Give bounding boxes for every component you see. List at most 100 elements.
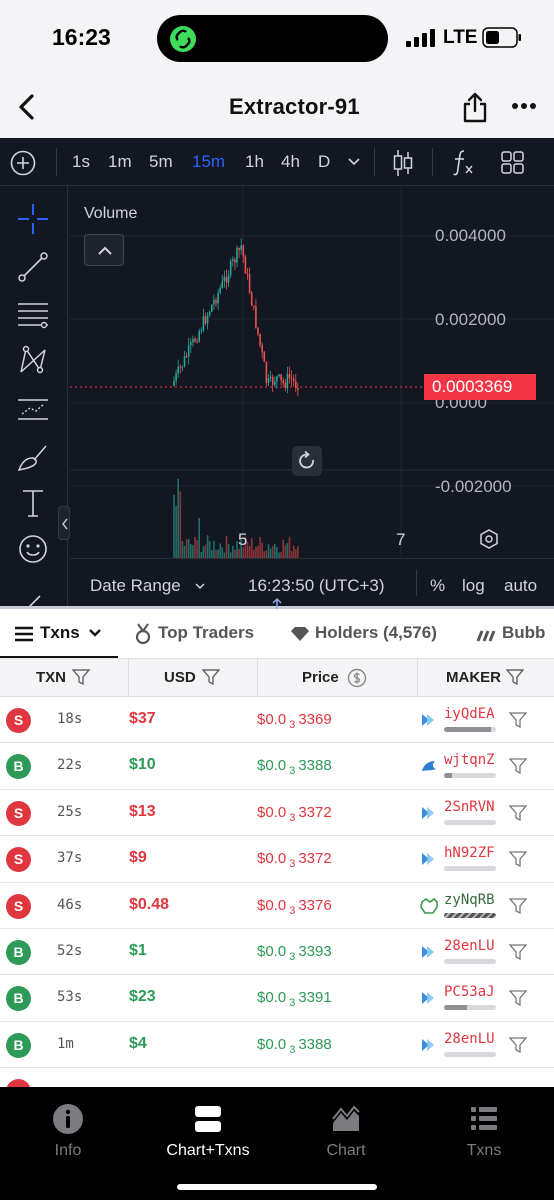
candle-body (194, 338, 196, 342)
txn-usd: $1 (129, 942, 147, 959)
share-icon[interactable] (462, 91, 488, 123)
candle-body (200, 330, 203, 332)
chart-settings-icon[interactable] (478, 528, 500, 550)
nav-chart[interactable]: Chart (286, 1103, 406, 1160)
maker-wallet-icon (422, 853, 434, 866)
filter-icon[interactable] (509, 944, 527, 961)
maker-address[interactable]: 28enLU (444, 1031, 495, 1047)
maker-address[interactable]: 2SnRVN (444, 799, 495, 815)
interval-d[interactable]: D (318, 152, 330, 172)
candle-body (280, 374, 282, 381)
fib-lines-icon[interactable] (16, 298, 50, 332)
maker-address[interactable]: 28enLU (444, 938, 495, 954)
filter-icon[interactable] (509, 990, 527, 1007)
chevron-down-icon[interactable] (88, 628, 102, 638)
chart-clock[interactable]: 16:23:50 (UTC+3) (248, 576, 385, 596)
table-row-partial[interactable] (0, 1068, 554, 1087)
pattern-icon[interactable] (16, 344, 50, 378)
candle-body (267, 378, 270, 383)
volume-bar (284, 544, 287, 558)
volume-bar (234, 549, 236, 558)
crosshair-icon[interactable] (16, 202, 50, 236)
table-row[interactable]: B 52s $1 $0.0 3 3393 28enLU (0, 929, 554, 976)
table-row[interactable]: B 1m $4 $0.0 3 3388 28enLU (0, 1022, 554, 1069)
maker-address[interactable]: hN92ZF (444, 845, 495, 861)
page-title: Extractor-91 (229, 94, 360, 119)
collapse-toolbar-button[interactable] (58, 506, 70, 540)
layout-grid-icon[interactable] (501, 151, 524, 174)
text-tool-icon[interactable] (16, 486, 50, 520)
filter-icon[interactable] (72, 669, 90, 686)
candle-body (246, 273, 249, 275)
candles-icon[interactable] (392, 149, 414, 177)
back-icon[interactable] (14, 92, 40, 122)
currency-toggle-icon[interactable] (347, 668, 367, 688)
interval-4h[interactable]: 4h (281, 152, 300, 172)
volume-bar (173, 494, 175, 558)
maker-address[interactable]: PC53aJ (444, 984, 495, 1000)
maker-address[interactable]: wjtqnZ (444, 752, 495, 768)
prediction-icon[interactable] (16, 392, 50, 426)
trend-line-icon[interactable] (16, 250, 50, 284)
interval-1m[interactable]: 1m (108, 152, 132, 172)
maker-address[interactable]: zyNqRB (444, 892, 495, 908)
filter-icon[interactable] (506, 669, 524, 686)
toolbar-separator (416, 570, 417, 596)
chart-toolbar: 1s 1m 5m 15m 1h 4h D (0, 138, 554, 186)
filter-icon[interactable] (509, 805, 527, 822)
date-range-button[interactable]: Date Range (90, 576, 181, 596)
txn-price: $0.0 3 3376 (257, 896, 332, 917)
y-tick-label: 0.004000 (435, 226, 506, 245)
table-row[interactable]: S 37s $9 $0.0 3 3372 hN92ZF (0, 836, 554, 883)
candle-body (259, 333, 261, 345)
chevron-down-icon[interactable] (347, 157, 361, 167)
filter-icon[interactable] (509, 1037, 527, 1054)
nav-chart-txns[interactable]: Chart+Txns (148, 1103, 268, 1160)
candle-body (250, 292, 253, 306)
table-row[interactable]: S 18s $37 $0.0 3 3369 iyQdEA (0, 697, 554, 744)
reset-chart-button[interactable] (292, 446, 322, 476)
filter-icon[interactable] (509, 851, 527, 868)
interval-1s[interactable]: 1s (72, 152, 90, 172)
txn-price: $0.0 3 3372 (257, 803, 332, 824)
table-row[interactable]: S 25s $13 $0.0 3 3372 2SnRVN (0, 790, 554, 837)
nav-txns[interactable]: Txns (424, 1103, 544, 1160)
interval-1h[interactable]: 1h (245, 152, 264, 172)
log-toggle[interactable]: log (462, 576, 485, 596)
collapse-pane-button[interactable] (84, 234, 124, 266)
tab-top-traders[interactable]: Top Traders (158, 623, 254, 643)
filter-icon[interactable] (202, 669, 220, 686)
candle-body (278, 374, 280, 377)
table-row[interactable]: B 22s $10 $0.0 3 3388 wjtqnZ (0, 743, 554, 790)
ruler-icon[interactable] (16, 584, 50, 608)
auto-toggle[interactable]: auto (504, 576, 537, 596)
percent-toggle[interactable]: % (430, 576, 445, 596)
candle-body (221, 280, 224, 288)
candle-body (240, 245, 242, 250)
status-time: 16:23 (52, 24, 111, 50)
interval-5m[interactable]: 5m (149, 152, 173, 172)
maker-holding-bar (444, 912, 496, 918)
volume-bar (198, 518, 200, 558)
status-bar: 16:23 LTE (0, 0, 554, 80)
more-icon[interactable] (512, 102, 536, 110)
filter-icon[interactable] (509, 712, 527, 729)
nav-info-label: Info (54, 1142, 82, 1159)
emoji-icon[interactable] (16, 532, 50, 566)
table-row[interactable]: S 46s $0.48 $0.0 3 3376 zyNqRB (0, 883, 554, 929)
brush-icon[interactable] (16, 440, 50, 474)
maker-address[interactable]: iyQdEA (444, 706, 495, 722)
add-indicator-icon[interactable] (10, 150, 36, 176)
filter-icon[interactable] (509, 758, 527, 775)
tab-bubblemaps[interactable]: Bubb (502, 623, 545, 643)
interval-15m[interactable]: 15m (192, 152, 225, 172)
txn-usd: $23 (129, 988, 156, 1006)
tab-holders[interactable]: Holders (4,576) (315, 623, 437, 643)
filter-icon[interactable] (509, 897, 527, 915)
table-row[interactable]: B 53s $23 $0.0 3 3391 PC53aJ (0, 975, 554, 1022)
nav-info[interactable]: Info (8, 1103, 128, 1160)
candle-body (217, 292, 219, 304)
tab-txns[interactable]: Txns (40, 623, 80, 643)
dynamic-island (157, 15, 388, 62)
function-icon[interactable] (451, 148, 475, 176)
